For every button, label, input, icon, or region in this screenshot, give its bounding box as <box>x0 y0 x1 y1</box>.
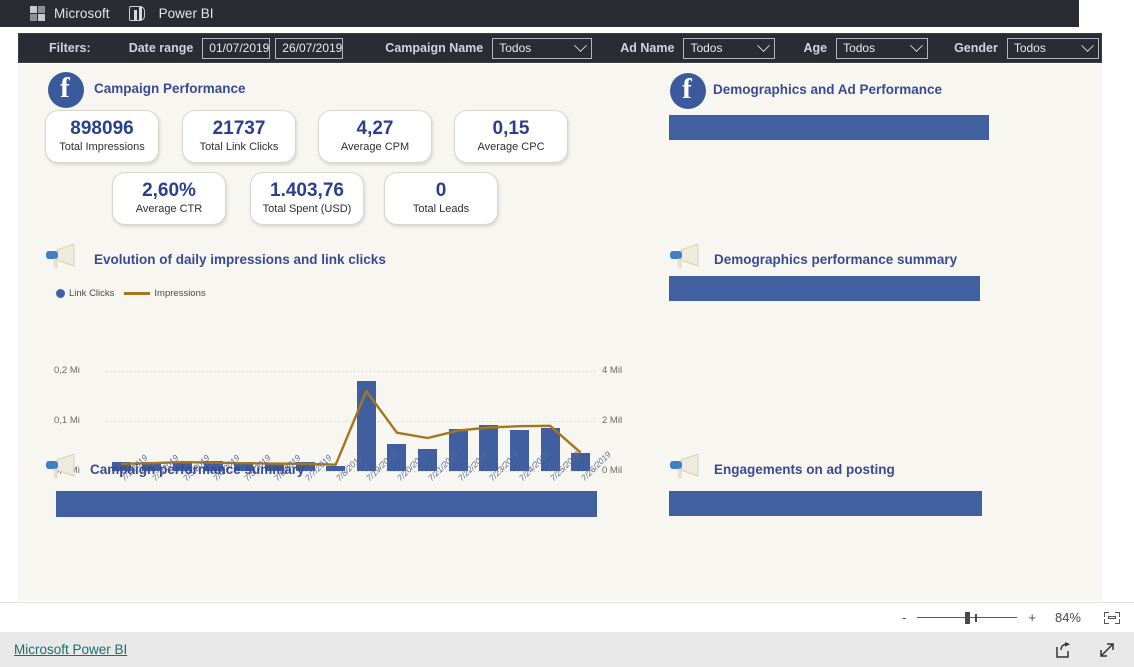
engagements-placeholder[interactable] <box>669 491 982 516</box>
campaign-name-label: Campaign Name <box>385 41 484 55</box>
zoom-in-button[interactable]: + <box>1028 610 1036 625</box>
kpi-card[interactable]: 0,15 Average CPC <box>454 110 568 163</box>
microsoft-wordmark: Microsoft <box>54 6 110 21</box>
kpi-value: 21737 <box>212 118 266 139</box>
megaphone-icon <box>670 454 699 479</box>
kpi-card[interactable]: 21737 Total Link Clicks <box>182 110 296 163</box>
report-canvas: f Campaign Performance 898096 Total Impr… <box>18 64 1102 601</box>
chevron-down-icon <box>757 38 771 52</box>
facebook-icon: f <box>670 73 706 109</box>
power-bi-footer-link[interactable]: Microsoft Power BI <box>14 642 127 657</box>
facebook-icon: f <box>48 72 84 108</box>
demographics-title: Demographics and Ad Performance <box>713 82 943 97</box>
chart-legend: Link Clicks Impressions <box>56 288 206 299</box>
right-axis-tick: 4 Mil <box>602 365 623 376</box>
fit-to-page-icon[interactable] <box>1104 611 1120 624</box>
age-select[interactable]: Todos <box>836 37 929 59</box>
footer-bar: Microsoft Power BI <box>0 632 1134 667</box>
ad-name-label: Ad Name <box>620 41 675 55</box>
filter-bar: Filters: Date range 01/07/2019 26/07/201… <box>18 33 1102 63</box>
demographics-placeholder[interactable] <box>669 115 989 140</box>
kpi-label: Total Link Clicks <box>199 141 279 153</box>
share-icon[interactable] <box>1054 641 1072 659</box>
kpi-card[interactable]: 1.403,76 Total Spent (USD) <box>250 172 364 225</box>
microsoft-logo-icon <box>30 6 45 21</box>
kpi-value: 1.403,76 <box>270 180 344 201</box>
evolution-chart-title: Evolution of daily impressions and link … <box>94 252 386 267</box>
zoom-bar: - + 84% <box>0 602 1134 632</box>
app-bar: Microsoft Power BI <box>0 0 1079 27</box>
kpi-label: Total Impressions <box>59 141 145 153</box>
left-axis-tick: 0,2 Mi <box>54 365 80 376</box>
legend-label-link-clicks: Link Clicks <box>69 288 115 299</box>
zoom-out-button[interactable]: - <box>902 610 906 625</box>
demographics-summary-placeholder[interactable] <box>669 276 980 301</box>
demographics-summary-title: Demographics performance summary <box>714 252 958 267</box>
campaign-summary-placeholder[interactable] <box>56 491 597 517</box>
ad-name-value: Todos <box>690 41 723 55</box>
age-value: Todos <box>843 41 876 55</box>
megaphone-icon <box>46 244 75 269</box>
left-axis-tick: 0,1 Mi <box>54 415 80 426</box>
date-range-label: Date range <box>128 41 194 55</box>
kpi-card[interactable]: 898096 Total Impressions <box>45 110 159 163</box>
kpi-value: 0,15 <box>492 118 530 139</box>
megaphone-icon <box>670 244 699 269</box>
power-bi-wordmark: Power BI <box>158 6 214 21</box>
kpi-label: Total Leads <box>412 203 470 215</box>
kpi-value: 2,60% <box>142 180 196 201</box>
gender-label: Gender <box>954 41 998 55</box>
megaphone-icon <box>46 454 75 479</box>
kpi-label: Average CPM <box>340 141 410 153</box>
filters-label: Filters: <box>49 41 91 55</box>
right-axis-tick: 2 Mil <box>602 415 623 426</box>
chevron-down-icon <box>574 38 588 52</box>
date-from-field[interactable]: 01/07/2019 <box>202 37 271 59</box>
chevron-down-icon <box>910 38 923 52</box>
kpi-label: Total Spent (USD) <box>262 203 352 215</box>
campaign-performance-title: Campaign Performance <box>94 81 246 96</box>
kpi-label: Average CPC <box>477 141 545 153</box>
kpi-label: Average CTR <box>135 203 203 215</box>
kpi-value: 4,27 <box>356 118 394 139</box>
kpi-card[interactable]: 4,27 Average CPM <box>318 110 432 163</box>
campaign-summary-title: Campaign performance summary <box>90 462 305 477</box>
campaign-name-select[interactable]: Todos <box>492 37 593 59</box>
legend-label-impressions: Impressions <box>154 288 206 299</box>
power-bi-icon <box>128 6 145 21</box>
right-axis-tick: 0 Mil <box>602 465 623 476</box>
kpi-value: 0 <box>435 180 447 201</box>
legend-marker-impressions <box>124 292 151 295</box>
gender-select[interactable]: Todos <box>1006 37 1099 59</box>
kpi-value: 898096 <box>70 118 134 139</box>
impressions-line <box>121 389 582 466</box>
age-label: Age <box>803 41 828 55</box>
zoom-slider-thumb[interactable] <box>965 611 971 624</box>
zoom-slider[interactable] <box>917 611 1018 624</box>
ad-name-select[interactable]: Todos <box>683 37 776 59</box>
fullscreen-icon[interactable] <box>1098 641 1116 659</box>
zoom-level-label: 84% <box>1054 610 1081 625</box>
zoom-slider-tick <box>975 613 977 622</box>
gender-value: Todos <box>1013 41 1046 55</box>
legend-marker-link-clicks <box>56 289 65 298</box>
kpi-card[interactable]: 2,60% Average CTR <box>112 172 226 225</box>
date-to-field[interactable]: 26/07/2019 <box>275 37 344 59</box>
kpi-card[interactable]: 0 Total Leads <box>384 172 498 225</box>
engagements-title: Engagements on ad posting <box>714 462 895 477</box>
chevron-down-icon <box>1080 38 1094 52</box>
campaign-name-value: Todos <box>499 41 532 55</box>
